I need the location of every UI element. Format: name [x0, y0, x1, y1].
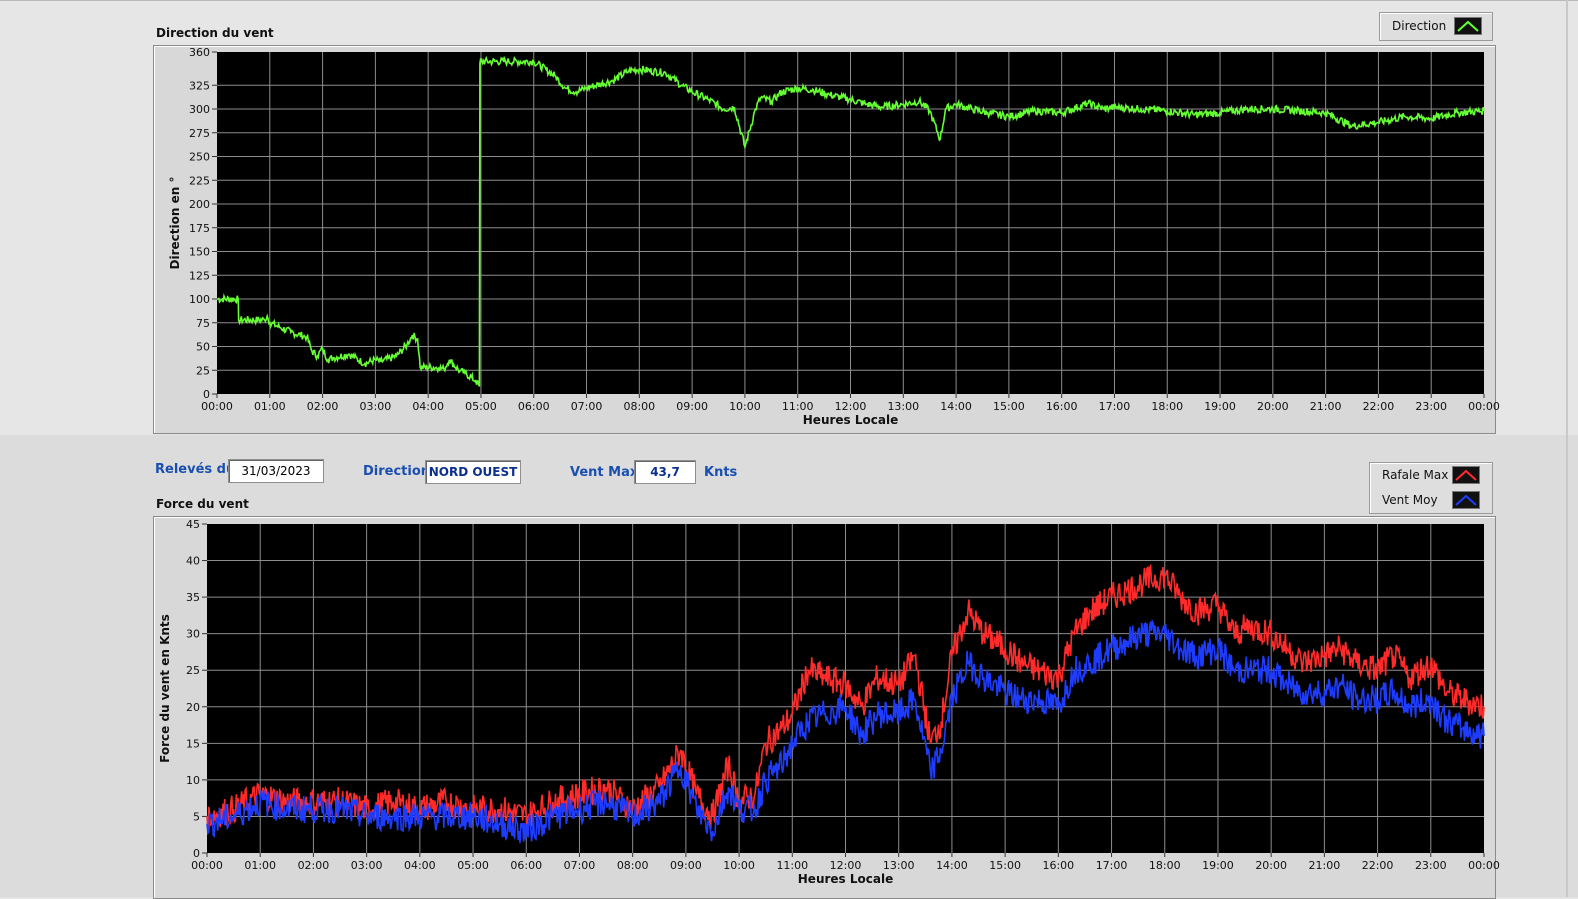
force-x-tick-label: 21:00	[1309, 859, 1341, 872]
force-x-tick-label: 17:00	[1096, 859, 1128, 872]
force-x-tick-label: 19:00	[1202, 859, 1234, 872]
force-y-tick-label: 0	[193, 847, 200, 860]
force-x-tick-label: 04:00	[404, 859, 436, 872]
force-x-tick-label: 14:00	[936, 859, 968, 872]
force-x-tick-label: 08:00	[617, 859, 649, 872]
force-x-tick-label: 12:00	[830, 859, 862, 872]
force-y-tick-label: 35	[186, 591, 200, 604]
force-x-tick-label: 00:00	[1468, 859, 1500, 872]
force-x-tick-label: 23:00	[1415, 859, 1447, 872]
force-x-tick-label: 03:00	[351, 859, 383, 872]
force-y-tick-label: 30	[186, 628, 200, 641]
force-y-tick-label: 10	[186, 774, 200, 787]
force-x-tick-label: 22:00	[1362, 859, 1394, 872]
force-x-axis-label: Heures Locale	[798, 872, 893, 886]
legend-label-ventmoy: Vent Moy	[1382, 493, 1438, 507]
force-y-tick-label: 25	[186, 664, 200, 677]
force-x-tick-label: 10:00	[723, 859, 755, 872]
force-x-tick-label: 20:00	[1255, 859, 1287, 872]
force-legend[interactable]: Rafale Max Vent Moy	[1369, 462, 1493, 514]
force-y-tick-label: 45	[186, 518, 200, 531]
force-chart: 00:00 01:00 02:00 03:00 04:00 05:00 06:00 07:00…	[158, 518, 1500, 886]
force-x-tick-label: 09:00	[670, 859, 702, 872]
force-y-axis-label: Force du vent en Knts	[158, 614, 172, 763]
legend-swatch-ventmoy[interactable]	[1452, 491, 1480, 509]
force-x-tick-label: 06:00	[510, 859, 542, 872]
force-x-tick-label: 07:00	[564, 859, 596, 872]
force-x-tick-label: 02:00	[298, 859, 330, 872]
force-x-tick-label: 01:00	[244, 859, 276, 872]
force-x-tick-label: 13:00	[883, 859, 915, 872]
force-x-tick-label: 11:00	[776, 859, 808, 872]
force-x-tick-label: 15:00	[989, 859, 1021, 872]
force-y-tick-label: 5	[193, 810, 200, 823]
legend-label-rafale: Rafale Max	[1382, 468, 1449, 482]
force-y-tick-label: 15	[186, 737, 200, 750]
force-y-tick-label: 20	[186, 701, 200, 714]
force-y-tick-label: 40	[186, 555, 200, 568]
force-x-tick-label: 18:00	[1149, 859, 1181, 872]
force-x-tick-label: 05:00	[457, 859, 489, 872]
force-x-tick-label: 16:00	[1042, 859, 1074, 872]
force-x-tick-label: 00:00	[191, 859, 223, 872]
legend-swatch-rafale[interactable]	[1452, 466, 1480, 484]
